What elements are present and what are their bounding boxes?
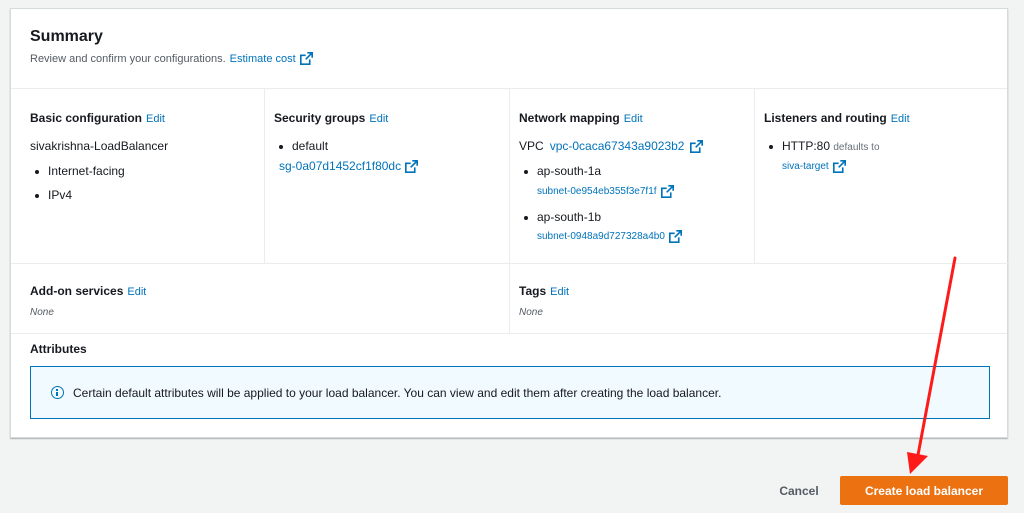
external-link-icon[interactable]: [299, 52, 313, 65]
cancel-button[interactable]: Cancel: [769, 479, 829, 503]
security-groups-heading: Security groups Edit: [274, 111, 388, 125]
tags-edit-link[interactable]: Edit: [550, 286, 569, 298]
addon-services-heading: Add-on services Edit: [30, 284, 146, 298]
network-mapping-label: Network mapping: [519, 111, 620, 125]
vpc-row: VPC vpc-0caca67343a9023b2: [519, 139, 704, 153]
listeners-routing-label: Listeners and routing: [764, 111, 887, 125]
subnet-link[interactable]: subnet-0948a9d727328a4b0: [537, 231, 665, 242]
network-mapping-heading: Network mapping Edit: [519, 111, 643, 125]
create-load-balancer-button[interactable]: Create load balancer: [840, 476, 1008, 505]
target-row: siva-target: [782, 160, 846, 173]
listener-defaults-to: defaults to: [833, 142, 880, 153]
security-group-link-row: sg-0a07d1452cf1f80dc: [279, 159, 419, 173]
basic-configuration-heading: Basic configuration Edit: [30, 111, 165, 125]
external-link-icon[interactable]: [832, 160, 846, 173]
external-link-icon[interactable]: [660, 185, 674, 198]
zone-name: ap-south-1a: [523, 164, 602, 178]
summary-header: Summary Review and confirm your configur…: [11, 9, 1007, 89]
addon-services-section: Add-on services Edit None: [11, 263, 510, 333]
estimate-cost-link[interactable]: Estimate cost: [230, 53, 296, 65]
summary-panel: Summary Review and confirm your configur…: [10, 8, 1009, 438]
external-link-icon[interactable]: [405, 159, 419, 173]
security-groups-section: Security groups Edit default sg-0a07d1452…: [265, 89, 510, 263]
ip-type-item: IPv4: [34, 188, 73, 202]
load-balancer-name: sivakrishna-LoadBalancer: [30, 139, 169, 153]
listener-protocol: HTTP:80: [782, 139, 831, 153]
listeners-routing-section: Listeners and routing Edit HTTP:80 defaul…: [755, 89, 1009, 263]
subnet-row: subnet-0948a9d727328a4b0: [537, 230, 682, 243]
listeners-routing-edit-link[interactable]: Edit: [891, 113, 910, 125]
tags-section: Tags Edit None: [510, 263, 1009, 333]
summary-description: Review and confirm your configurations. …: [30, 52, 313, 65]
vpc-id-link[interactable]: vpc-0caca67343a9023b2: [550, 139, 685, 153]
summary-description-text: Review and confirm your configurations.: [30, 52, 226, 65]
security-groups-label: Security groups: [274, 111, 366, 125]
tags-heading: Tags Edit: [519, 284, 569, 298]
subnet-row: subnet-0e954eb355f3e7f1f: [537, 185, 674, 198]
security-group-id-link[interactable]: sg-0a07d1452cf1f80dc: [279, 159, 401, 173]
external-link-icon[interactable]: [690, 139, 704, 153]
summary-title: Summary: [30, 28, 103, 45]
info-icon: [51, 386, 64, 399]
addon-services-edit-link[interactable]: Edit: [127, 286, 146, 298]
basic-configuration-label: Basic configuration: [30, 111, 143, 125]
external-link-icon[interactable]: [668, 230, 682, 243]
attributes-info-text: Certain default attributes will be appli…: [73, 385, 722, 400]
listener-item: HTTP:80 defaults to: [769, 139, 880, 153]
attributes-info-alert: Certain default attributes will be appli…: [30, 366, 990, 419]
divider: [11, 333, 1007, 334]
basic-configuration-edit-link[interactable]: Edit: [146, 113, 165, 125]
vpc-label: VPC: [519, 139, 544, 153]
zone-name: ap-south-1b: [523, 210, 602, 224]
security-group-name: default: [278, 139, 329, 153]
tags-value: None: [519, 307, 543, 318]
network-mapping-edit-link[interactable]: Edit: [624, 113, 643, 125]
listeners-routing-heading: Listeners and routing Edit: [764, 111, 910, 125]
attributes-heading: Attributes: [30, 342, 87, 356]
basic-configuration-section: Basic configuration Edit sivakrishna-Load…: [11, 89, 265, 263]
network-mapping-section: Network mapping Edit VPC vpc-0caca67343a9…: [510, 89, 755, 263]
addon-services-value: None: [30, 307, 54, 318]
security-groups-edit-link[interactable]: Edit: [369, 113, 388, 125]
scheme-item: Internet-facing: [35, 164, 125, 178]
addon-services-label: Add-on services: [30, 284, 124, 298]
tags-label: Tags: [519, 284, 547, 298]
target-group-link[interactable]: siva-target: [782, 161, 829, 172]
subnet-link[interactable]: subnet-0e954eb355f3e7f1f: [537, 186, 657, 197]
